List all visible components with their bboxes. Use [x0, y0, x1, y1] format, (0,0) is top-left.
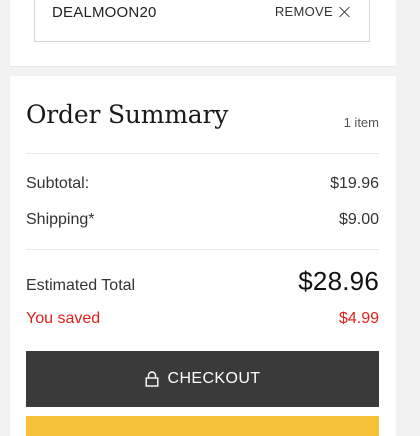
item-count: 1 item [343, 115, 379, 130]
subtotal-label: Subtotal: [26, 175, 90, 192]
subtotal-row: Subtotal: $19.96 [26, 175, 379, 193]
divider [26, 153, 379, 154]
estimated-total-value: $28.96 [298, 266, 379, 296]
promo-code-text: DEALMOON20 [52, 4, 157, 21]
you-saved-label: You saved [26, 310, 101, 327]
lock-icon [145, 371, 159, 387]
shipping-value: $9.00 [338, 211, 379, 228]
estimated-total-row: Estimated Total $28.96 [26, 266, 379, 297]
shipping-label: Shipping* [26, 211, 95, 228]
page-title: Order Summary [26, 100, 229, 129]
divider [26, 249, 379, 250]
applied-promo-code: DEALMOON20 REMOVE [34, 0, 370, 42]
you-saved-value: $4.99 [338, 310, 379, 327]
you-saved-row: You saved $4.99 [26, 310, 379, 328]
paypal-button[interactable] [26, 416, 379, 436]
order-summary-card: Order Summary 1 item Subtotal: $19.96 Sh… [10, 76, 396, 436]
checkout-label: CHECKOUT [167, 370, 261, 387]
shipping-row: Shipping* $9.00 [26, 211, 379, 229]
estimated-total-label: Estimated Total [26, 277, 136, 294]
subtotal-value: $19.96 [330, 175, 379, 192]
checkout-button[interactable]: CHECKOUT [26, 351, 379, 407]
remove-promo-label: REMOVE [274, 4, 333, 19]
close-icon [339, 6, 351, 18]
remove-promo-button[interactable]: REMOVE [275, 4, 351, 19]
promo-card: DEALMOON20 REMOVE [10, 0, 396, 67]
